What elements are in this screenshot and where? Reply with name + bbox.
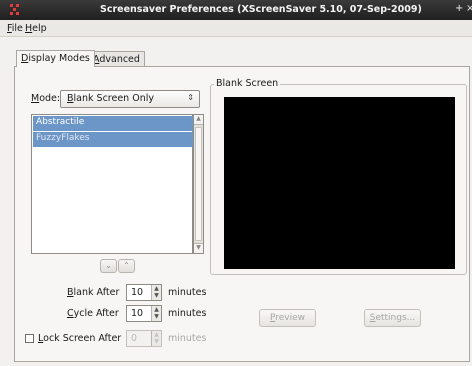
window-title: Screensaver Preferences (XScreenSaver 5.…	[100, 4, 422, 15]
screensaver-list[interactable]: Abstractile FuzzyFlakes	[31, 114, 193, 254]
next-mode-button[interactable]: ⌄	[100, 259, 117, 273]
settings-button[interactable]: Settings...	[364, 309, 421, 327]
blank-after-spinner[interactable]: 10 ▲ ▼	[126, 284, 162, 301]
lock-screen-unit: minutes	[168, 333, 207, 344]
title-bar: Screensaver Preferences (XScreenSaver 5.…	[0, 0, 472, 20]
scroll-up-icon[interactable]: ▲	[194, 115, 203, 125]
scrollbar-thumb[interactable]	[195, 127, 202, 241]
app-icon	[10, 4, 19, 15]
cycle-after-text: ycle After	[73, 308, 119, 319]
tab-advanced-label: dvanced	[99, 54, 140, 65]
spinner-arrows-icon[interactable]: ▲ ▼	[151, 285, 161, 300]
spinner-arrows-icon[interactable]: ▲ ▼	[151, 306, 161, 321]
menu-help-label: elp	[32, 23, 47, 34]
blank-after-label: Blank After	[67, 287, 119, 298]
lock-screen-text: ock Screen After	[43, 333, 122, 344]
menu-bar: File Help	[0, 20, 472, 37]
previous-mode-button[interactable]: ⌃	[118, 259, 135, 273]
settings-button-label: ettings...	[375, 313, 416, 323]
blank-after-text: lank After	[73, 287, 120, 298]
list-item[interactable]: FuzzyFlakes	[33, 132, 193, 147]
lock-screen-label[interactable]: Lock Screen After	[38, 333, 121, 344]
mode-select[interactable]: Blank Screen Only ⇕	[60, 90, 200, 108]
select-arrows-icon: ⇕	[187, 93, 194, 102]
preview-frame-title: Blank Screen	[214, 78, 281, 89]
list-scrollbar[interactable]: ▲ ▼	[193, 114, 204, 254]
blank-after-value: 10	[131, 287, 144, 298]
lock-screen-value: 0	[131, 333, 138, 344]
chevron-down-icon: ⌄	[105, 261, 112, 270]
cycle-after-unit: minutes	[168, 308, 207, 319]
screensaver-preferences-window: Screensaver Preferences (XScreenSaver 5.…	[0, 0, 472, 366]
lock-screen-checkbox[interactable]	[25, 334, 34, 343]
tab-display-modes-label: isplay Modes	[28, 53, 90, 64]
preview-screen	[224, 97, 455, 269]
menu-help[interactable]: Help	[25, 23, 47, 34]
mode-label-mnemonic: M	[31, 93, 40, 104]
scroll-down-icon[interactable]: ▼	[194, 243, 203, 253]
mode-label: Mode:	[31, 93, 60, 104]
preview-button-label: review	[275, 313, 306, 323]
cycle-after-spinner[interactable]: 10 ▲ ▼	[126, 305, 162, 322]
cycle-after-value: 10	[131, 308, 144, 319]
cycle-after-label: Cycle After	[67, 308, 119, 319]
cycle-after-mnemonic: C	[67, 308, 74, 319]
maximize-icon[interactable]: +	[455, 3, 463, 14]
mode-label-text: ode:	[39, 93, 61, 104]
mode-select-value: lank Screen Only	[73, 93, 154, 104]
blank-after-unit: minutes	[168, 287, 207, 298]
menu-file-label: ile	[11, 23, 23, 34]
chevron-up-icon: ⌃	[123, 261, 130, 270]
lock-screen-spinner[interactable]: 0 ▲ ▼	[126, 330, 162, 347]
close-icon[interactable]: ×	[466, 3, 472, 14]
spinner-arrows-icon[interactable]: ▲ ▼	[151, 331, 161, 346]
tab-advanced[interactable]: Advanced	[88, 51, 145, 67]
menu-file[interactable]: File	[7, 23, 23, 34]
list-item[interactable]: Abstractile	[33, 116, 193, 131]
preview-button[interactable]: Preview	[259, 309, 316, 327]
tab-display-modes[interactable]: Display Modes	[16, 50, 95, 67]
